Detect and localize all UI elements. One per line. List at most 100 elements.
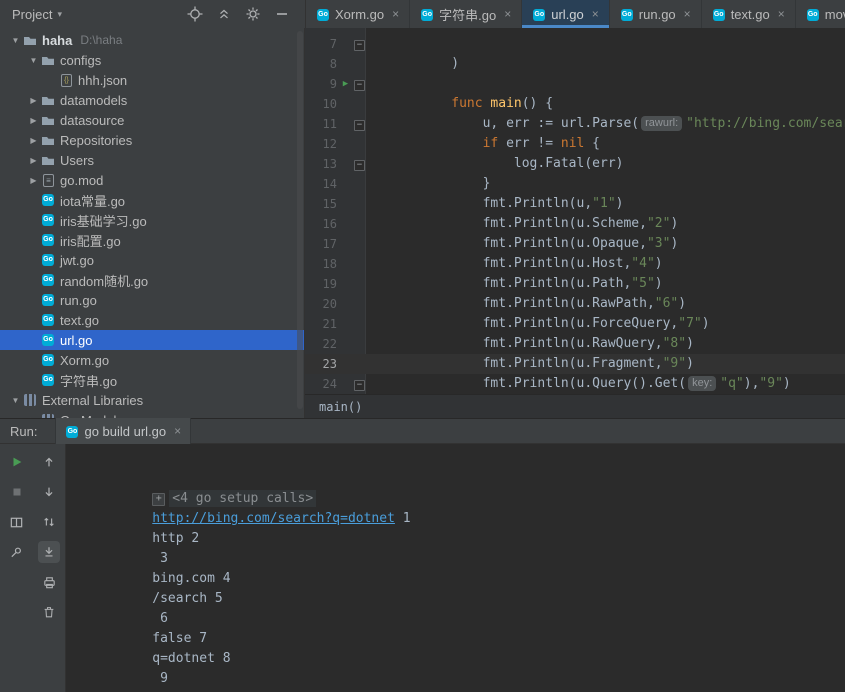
close-icon[interactable]: × — [504, 7, 511, 21]
line-number: 18 — [322, 257, 337, 271]
swap-order-button[interactable] — [38, 511, 60, 533]
run-tab-label: go build url.go — [84, 423, 167, 439]
scroll-to-end-button[interactable] — [38, 541, 60, 563]
tree-row[interactable]: Xorm.go — [0, 350, 304, 370]
console-line: + <4 go setup calls> — [74, 449, 845, 507]
fold-column — [352, 214, 367, 234]
item-icon — [41, 113, 56, 127]
run-tool-window: Run: go build url.go × — [0, 418, 845, 692]
clear-trash-button[interactable] — [38, 601, 60, 623]
item-label: datasource — [60, 112, 125, 128]
close-icon[interactable]: × — [174, 424, 181, 438]
tree-row[interactable]: ▼ haha D:\haha — [0, 30, 304, 50]
tree-row[interactable]: ▶ Go Modules — [0, 410, 304, 418]
chevron-icon[interactable]: ▶ — [26, 96, 41, 105]
item-icon — [41, 133, 56, 147]
editor-tab[interactable]: Xorm.go × — [306, 0, 411, 28]
item-label: url.go — [60, 332, 93, 348]
console-token[interactable]: <4 go setup calls> — [169, 490, 317, 507]
fold-column — [352, 254, 367, 274]
close-icon[interactable]: × — [392, 7, 399, 21]
tree-row[interactable]: 字符串.go — [0, 370, 304, 390]
line-number: 21 — [322, 317, 337, 331]
editor-tab[interactable]: run.go × — [610, 0, 702, 28]
tree-row[interactable]: iris配置.go — [0, 230, 304, 250]
item-icon — [41, 373, 56, 387]
tree-row[interactable]: iris基础学习.go — [0, 210, 304, 230]
collapse-all-icon[interactable] — [215, 5, 233, 23]
console-token[interactable]: http://bing.com/search?q=dotnet — [152, 511, 395, 526]
context-function[interactable]: main() — [319, 400, 362, 414]
item-icon — [41, 53, 56, 67]
chevron-icon[interactable]: ▼ — [8, 396, 23, 405]
editor-tab[interactable]: url.go × — [522, 0, 610, 28]
fold-column — [352, 54, 367, 74]
item-label: iota常量.go — [60, 193, 126, 209]
tree-row[interactable]: jwt.go — [0, 250, 304, 270]
chevron-icon[interactable]: ▶ — [26, 156, 41, 165]
tree-row[interactable]: run.go — [0, 290, 304, 310]
locate-icon[interactable] — [186, 5, 204, 23]
fold-icon[interactable]: − — [354, 120, 365, 131]
editor-tab[interactable]: text.go × — [702, 0, 796, 28]
code-editor: 7 − ) 8 9 ▶ − func main() {10 u, err:=… — [305, 28, 845, 394]
restore-layout-button[interactable] — [6, 511, 28, 533]
project-tree: ▼ haha D:\haha ▼ configs hhh.json ▶ — [0, 28, 304, 418]
chevron-icon[interactable]: ▼ — [26, 56, 41, 65]
tree-row[interactable]: iota常量.go — [0, 190, 304, 210]
item-label: haha — [42, 32, 73, 48]
close-icon[interactable]: × — [684, 7, 691, 21]
chevron-down-icon[interactable]: ▾ — [57, 9, 62, 20]
code-token: ), — [743, 376, 760, 391]
settings-gear-icon[interactable] — [244, 5, 262, 23]
print-button[interactable] — [38, 571, 60, 593]
run-main-gutter-icon[interactable]: ▶ — [339, 74, 352, 94]
tree-row[interactable]: text.go — [0, 310, 304, 330]
fold-icon[interactable]: − — [354, 380, 365, 391]
hide-panel-icon[interactable] — [273, 5, 291, 23]
editor-tab[interactable]: movies × — [796, 0, 845, 28]
tree-row[interactable]: url.go — [0, 330, 304, 350]
run-console-output[interactable]: + <4 go setup calls> http://bing.com/sear… — [66, 444, 845, 692]
pin-button[interactable] — [6, 541, 28, 563]
chevron-icon[interactable]: ▶ — [26, 116, 41, 125]
down-arrow-button[interactable] — [38, 481, 60, 503]
fold-icon[interactable]: − — [354, 80, 365, 91]
tree-row[interactable]: hhh.json — [0, 70, 304, 90]
close-icon[interactable]: × — [778, 7, 785, 21]
chevron-icon[interactable]: ▶ — [26, 136, 41, 145]
editor-tab[interactable]: 字符串.go × — [410, 0, 523, 28]
tree-row[interactable]: ▶ datasource — [0, 110, 304, 130]
project-dropdown[interactable]: Project — [12, 7, 52, 22]
console-line: http://bing.com/search?q=dotnet 1 — [74, 469, 845, 526]
run-config-tab[interactable]: go build url.go × — [55, 418, 192, 444]
fold-column — [352, 94, 367, 114]
fold-icon[interactable]: − — [354, 160, 365, 171]
chevron-icon[interactable]: ▶ — [26, 176, 41, 185]
tree-row[interactable]: ▶ datamodels — [0, 90, 304, 110]
console-line: q=dotnet 8 — [74, 609, 845, 666]
tree-scrollbar[interactable] — [297, 31, 303, 409]
stop-button[interactable] — [6, 481, 28, 503]
item-icon — [41, 93, 56, 107]
item-label: Repositories — [60, 132, 133, 148]
rerun-button[interactable] — [6, 451, 28, 473]
line-number: 9 — [329, 77, 337, 91]
tree-row[interactable]: ▶ Repositories — [0, 130, 304, 150]
up-arrow-button[interactable] — [38, 451, 60, 473]
chevron-icon[interactable]: ▼ — [8, 36, 23, 45]
close-icon[interactable]: × — [592, 7, 599, 21]
tree-row[interactable]: random随机.go — [0, 270, 304, 290]
tree-row[interactable]: ▼ configs — [0, 50, 304, 70]
context-bar: main() — [305, 394, 845, 418]
fold-icon[interactable]: − — [354, 40, 365, 51]
item-label: jwt.go — [60, 252, 94, 268]
item-icon — [41, 313, 56, 327]
run-toolbar-left — [0, 444, 33, 692]
tree-row[interactable]: ▶ go.mod — [0, 170, 304, 190]
item-label: Xorm.go — [60, 352, 110, 368]
tree-row[interactable]: ▼ External Libraries — [0, 390, 304, 410]
item-icon — [41, 193, 56, 207]
code-text[interactable]: } — [367, 354, 467, 394]
tree-row[interactable]: ▶ Users — [0, 150, 304, 170]
